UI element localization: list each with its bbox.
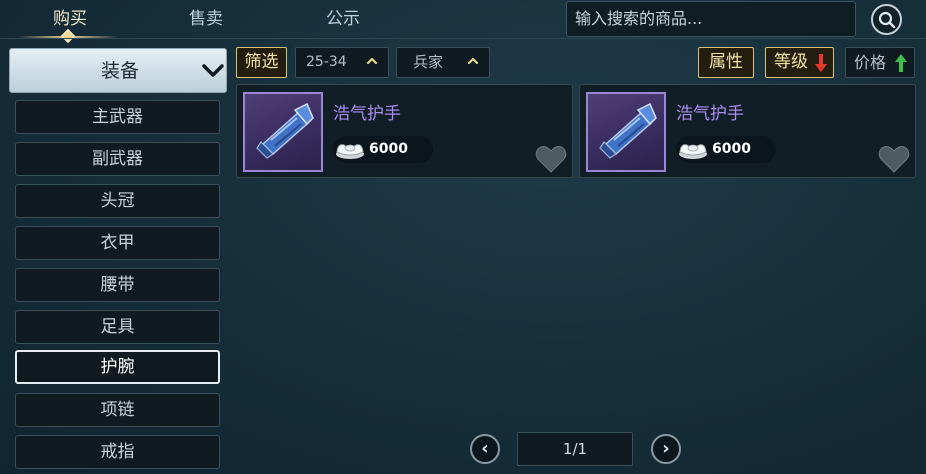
chevron-up-icon	[467, 57, 479, 65]
category-main-weapon[interactable]: 主武器	[15, 100, 220, 134]
item-price-value: 6000	[712, 141, 751, 157]
level-range-value: 25-34	[306, 54, 347, 70]
sort-price-label: 价格	[854, 53, 887, 72]
item-thumbnail	[243, 92, 323, 172]
category-off-weapon[interactable]: 副武器	[15, 142, 220, 176]
top-tab-bar: 购买 售卖 公示	[0, 0, 560, 44]
class-select[interactable]: 兵家	[396, 47, 490, 78]
category-ring[interactable]: 戒指	[15, 435, 220, 469]
level-range-select[interactable]: 25-34	[295, 47, 389, 78]
category-dropdown-label: 装备	[100, 60, 139, 82]
category-necklace[interactable]: 项链	[15, 393, 220, 427]
heart-icon[interactable]	[535, 145, 567, 173]
chevron-up-icon	[366, 57, 378, 65]
item-card[interactable]: 浩气护手 6000	[236, 84, 573, 178]
item-name: 浩气护手	[333, 104, 401, 124]
page-indicator: 1/1	[517, 432, 633, 466]
next-page-button[interactable]: ›	[651, 434, 681, 464]
filter-button[interactable]: 筛选	[236, 47, 287, 78]
category-belt[interactable]: 腰带	[15, 268, 220, 302]
category-dropdown[interactable]: 装备	[9, 48, 227, 93]
item-thumbnail	[586, 92, 666, 172]
arrow-up-icon	[895, 54, 907, 72]
sort-attribute-button[interactable]: 属性	[698, 47, 754, 78]
search-button[interactable]	[871, 4, 902, 35]
heart-icon[interactable]	[878, 145, 910, 173]
category-armor[interactable]: 衣甲	[15, 226, 220, 260]
sort-level-button[interactable]: 等级	[765, 47, 834, 78]
prev-page-button[interactable]: ‹	[470, 434, 500, 464]
category-helmet[interactable]: 头冠	[15, 184, 220, 218]
silver-ingot-icon	[336, 144, 364, 159]
class-value: 兵家	[413, 53, 444, 71]
item-price: 6000	[333, 136, 433, 163]
item-name: 浩气护手	[676, 104, 744, 124]
chevron-left-icon: ‹	[481, 438, 489, 459]
item-card[interactable]: 浩气护手 6000	[579, 84, 916, 178]
top-divider	[0, 38, 926, 39]
category-boots[interactable]: 足具	[15, 310, 220, 344]
tab-notice[interactable]: 公示	[313, 6, 373, 32]
chevron-right-icon: ›	[662, 438, 670, 459]
search-icon	[878, 11, 896, 29]
item-price-value: 6000	[369, 141, 408, 157]
silver-ingot-icon	[679, 144, 707, 159]
tab-sell[interactable]: 售卖	[176, 6, 236, 32]
bracer-icon	[256, 102, 314, 159]
bracer-icon	[599, 102, 657, 159]
category-bracers[interactable]: 护腕	[15, 350, 220, 384]
tab-buy[interactable]: 购买	[40, 6, 100, 32]
arrow-down-icon	[815, 54, 827, 72]
item-price: 6000	[676, 136, 776, 163]
sort-price-button[interactable]: 价格	[845, 47, 915, 78]
search-input[interactable]: 输入搜索的商品...	[566, 1, 856, 37]
sort-level-label: 等级	[774, 52, 808, 72]
chevron-down-icon	[202, 64, 224, 77]
